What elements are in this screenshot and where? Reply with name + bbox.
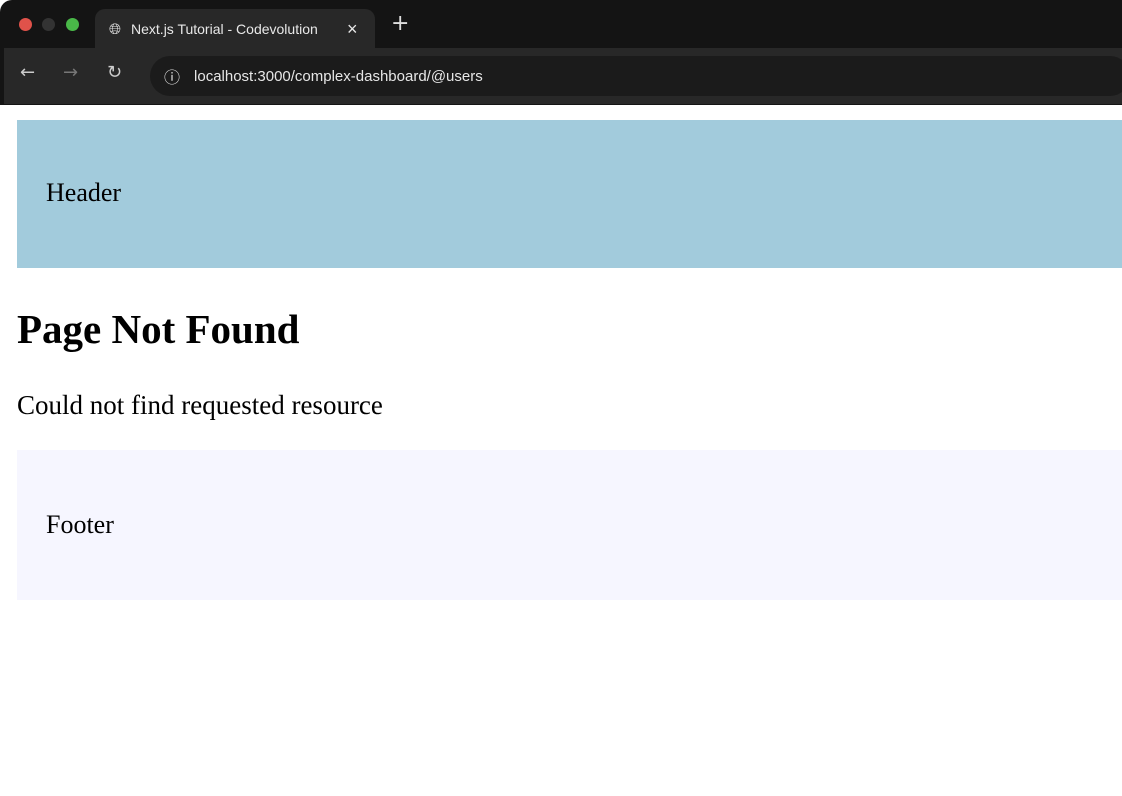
page-footer: Footer [17, 450, 1122, 600]
back-button[interactable]: ← [20, 62, 35, 83]
forward-button[interactable]: → [63, 62, 78, 83]
url-text[interactable]: localhost:3000/complex-dashboard/@users [194, 68, 483, 85]
globe-icon: 🌐︎ [109, 20, 122, 38]
toolbar: ← → ↻ ⓘ localhost:3000/complex-dashboard… [4, 48, 1122, 104]
error-message: Could not find requested resource [17, 390, 383, 420]
page-header: Header [17, 120, 1122, 268]
minimize-window-button[interactable] [42, 18, 55, 31]
header-text: Header [46, 178, 122, 207]
footer-text: Footer [46, 510, 114, 539]
browser-chrome: 🌐︎ Next.js Tutorial - Codevolution × + ←… [0, 0, 1122, 105]
close-window-button[interactable] [19, 18, 32, 31]
info-icon[interactable]: ⓘ [164, 64, 180, 88]
close-tab-icon[interactable]: × [347, 19, 358, 40]
browser-tab[interactable]: 🌐︎ Next.js Tutorial - Codevolution × [95, 9, 375, 49]
page-title: Page Not Found [17, 306, 300, 352]
address-bar[interactable]: ⓘ localhost:3000/complex-dashboard/@user… [150, 56, 1122, 96]
new-tab-button[interactable]: + [391, 11, 409, 36]
tab-title: Next.js Tutorial - Codevolution [131, 21, 318, 37]
reload-button[interactable]: ↻ [107, 62, 122, 83]
maximize-window-button[interactable] [66, 18, 79, 31]
